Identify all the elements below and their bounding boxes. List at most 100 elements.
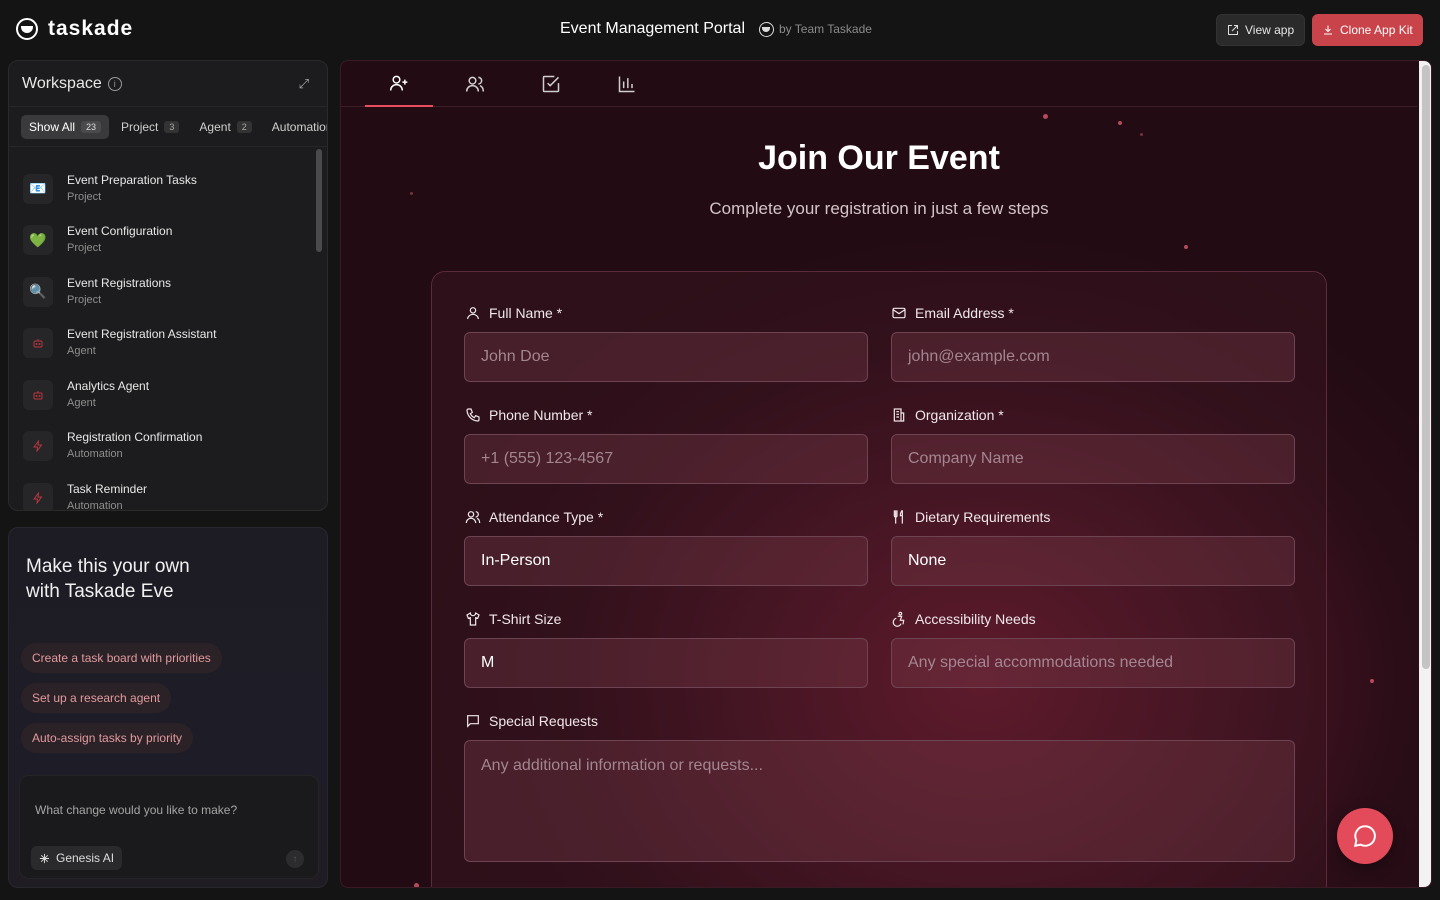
list-item[interactable]: Event Registration Assistant Agent (9, 318, 309, 370)
genesis-ai-selector[interactable]: Genesis AI (31, 846, 123, 870)
list-item[interactable]: Registration Confirmation Automation (9, 421, 309, 473)
suggestion-chip[interactable]: Create a task board with priorities (21, 643, 222, 673)
list-item[interactable]: 🔍 Event Registrations Project (9, 266, 309, 318)
tab-analytics[interactable] (593, 61, 661, 107)
tab-tasks[interactable] (517, 61, 585, 107)
registration-form: Full Name * John Doe Email Address * joh… (431, 271, 1327, 887)
item-type: Project (67, 190, 102, 203)
full-name-input[interactable]: John Doe (464, 332, 868, 382)
eve-title: Make this your own with Taskade Eve (26, 556, 190, 602)
organization-label: Organization * (891, 407, 1004, 423)
info-icon[interactable]: i (107, 76, 122, 91)
item-name: Event Registrations (67, 275, 172, 290)
robot-icon (23, 379, 53, 410)
item-type: Project (67, 242, 102, 255)
workspace-title: Workspace (22, 74, 102, 92)
item-type: Automation (67, 499, 123, 511)
send-arrow-icon[interactable]: ↑ (286, 850, 304, 868)
app-tabs (341, 61, 1417, 107)
main-scrollbar[interactable] (1419, 61, 1431, 887)
list-item[interactable]: 📧 Event Preparation Tasks Project (9, 163, 309, 215)
prompt-placeholder: What change would you like to make? (35, 803, 238, 817)
item-type: Project (67, 293, 102, 306)
accessibility-label: Accessibility Needs (891, 611, 1036, 627)
filter-automation[interactable]: Automation (264, 115, 327, 139)
app-title-group: Event Management Portal by Team Taskade (560, 20, 872, 38)
workspace-scrollbar[interactable] (316, 149, 322, 252)
prompt-input[interactable]: What change would you like to make? Gene… (19, 775, 319, 879)
utensils-icon (893, 509, 903, 524)
phone-icon (466, 408, 480, 422)
item-type: Agent (67, 345, 96, 358)
accessibility-input[interactable]: Any special accommodations needed (891, 638, 1295, 688)
author-text: by Team Taskade (779, 22, 872, 36)
email-label: Email Address * (891, 305, 1014, 321)
list-item[interactable]: 💚 Event Configuration Project (9, 215, 309, 267)
label-text: T-Shirt Size (489, 611, 562, 627)
label-text: Full Name * (489, 305, 563, 321)
item-name: Task Reminder (67, 481, 148, 496)
item-name: Event Preparation Tasks (67, 172, 197, 187)
team-logo-icon (759, 21, 774, 37)
item-name: Analytics Agent (67, 378, 150, 393)
view-app-label: View app (1245, 23, 1295, 37)
phone-input[interactable]: +1 (555) 123-4567 (464, 434, 868, 484)
label-text: Accessibility Needs (915, 611, 1036, 627)
app-preview: Join Our Event Complete your registratio… (340, 60, 1432, 888)
suggestion-chip[interactable]: Set up a research agent (21, 683, 172, 713)
robot-icon (23, 328, 53, 359)
dietary-select[interactable]: None (891, 536, 1295, 586)
label-text: Phone Number * (489, 407, 593, 423)
suggestion-chip[interactable]: Auto-assign tasks by priority (21, 723, 194, 753)
brand-name: taskade (48, 17, 134, 40)
workspace-filter-tabs: Show All 23 Project 3 Agent 2 Automation (9, 107, 327, 147)
scrollbar-thumb[interactable] (1422, 65, 1430, 669)
special-requests-textarea[interactable]: Any additional information or requests..… (464, 740, 1295, 862)
page-subtitle: Complete your registration in just a few… (709, 199, 1049, 218)
app-title: Event Management Portal (560, 20, 745, 37)
clone-app-kit-button[interactable]: Clone App Kit (1312, 14, 1423, 46)
decor-dot (1370, 679, 1374, 683)
filter-project[interactable]: Project 3 (113, 115, 187, 139)
taskade-logo[interactable]: taskade (16, 17, 133, 41)
clone-label: Clone App Kit (1340, 23, 1413, 37)
expand-icon[interactable]: ⤢ (299, 76, 309, 92)
decor-dot (1184, 245, 1188, 249)
decor-dot (410, 192, 413, 195)
filter-count: 23 (81, 120, 102, 133)
phone-label: Phone Number * (465, 407, 593, 423)
envelope-icon: 📧 (23, 173, 53, 204)
label-text: Organization * (915, 407, 1004, 423)
list-item[interactable]: Task Reminder Automation (9, 472, 309, 511)
decor-dot (1140, 133, 1143, 136)
special-requests-label: Special Requests (465, 713, 598, 729)
email-input[interactable]: john@example.com (891, 332, 1295, 382)
user-plus-icon (389, 75, 408, 91)
magnifier-icon: 🔍 (23, 276, 53, 307)
label-text: Special Requests (489, 713, 598, 729)
filter-label: Show All (29, 119, 76, 134)
decor-dot (414, 883, 419, 887)
message-square-icon (467, 715, 479, 728)
list-item[interactable]: Analytics Agent Agent (9, 369, 309, 421)
building-icon (893, 408, 905, 422)
filter-agent[interactable]: Agent 2 (191, 115, 259, 139)
tab-register[interactable] (365, 61, 433, 107)
tab-attendees[interactable] (441, 61, 509, 107)
chat-button[interactable] (1337, 808, 1393, 864)
checkbox-icon (542, 75, 560, 93)
filter-label: Project (121, 119, 159, 134)
sparkle-icon (39, 853, 50, 863)
tshirt-select[interactable]: M (464, 638, 868, 688)
view-app-button[interactable]: View app (1216, 14, 1306, 46)
attendance-type-select[interactable]: In-Person (464, 536, 868, 586)
decor-dot (1118, 121, 1122, 125)
item-name: Event Registration Assistant (67, 327, 217, 342)
item-type: Automation (67, 448, 123, 461)
genesis-label: Genesis AI (56, 851, 115, 865)
workspace-panel: Workspace i ⤢ Show All 23 Project 3 Agen… (8, 60, 328, 511)
organization-input[interactable]: Company Name (891, 434, 1295, 484)
workspace-item-list: 📧 Event Preparation Tasks Project 💚 Event… (9, 161, 309, 511)
bolt-icon (23, 482, 53, 510)
filter-show-all[interactable]: Show All 23 (21, 114, 110, 139)
